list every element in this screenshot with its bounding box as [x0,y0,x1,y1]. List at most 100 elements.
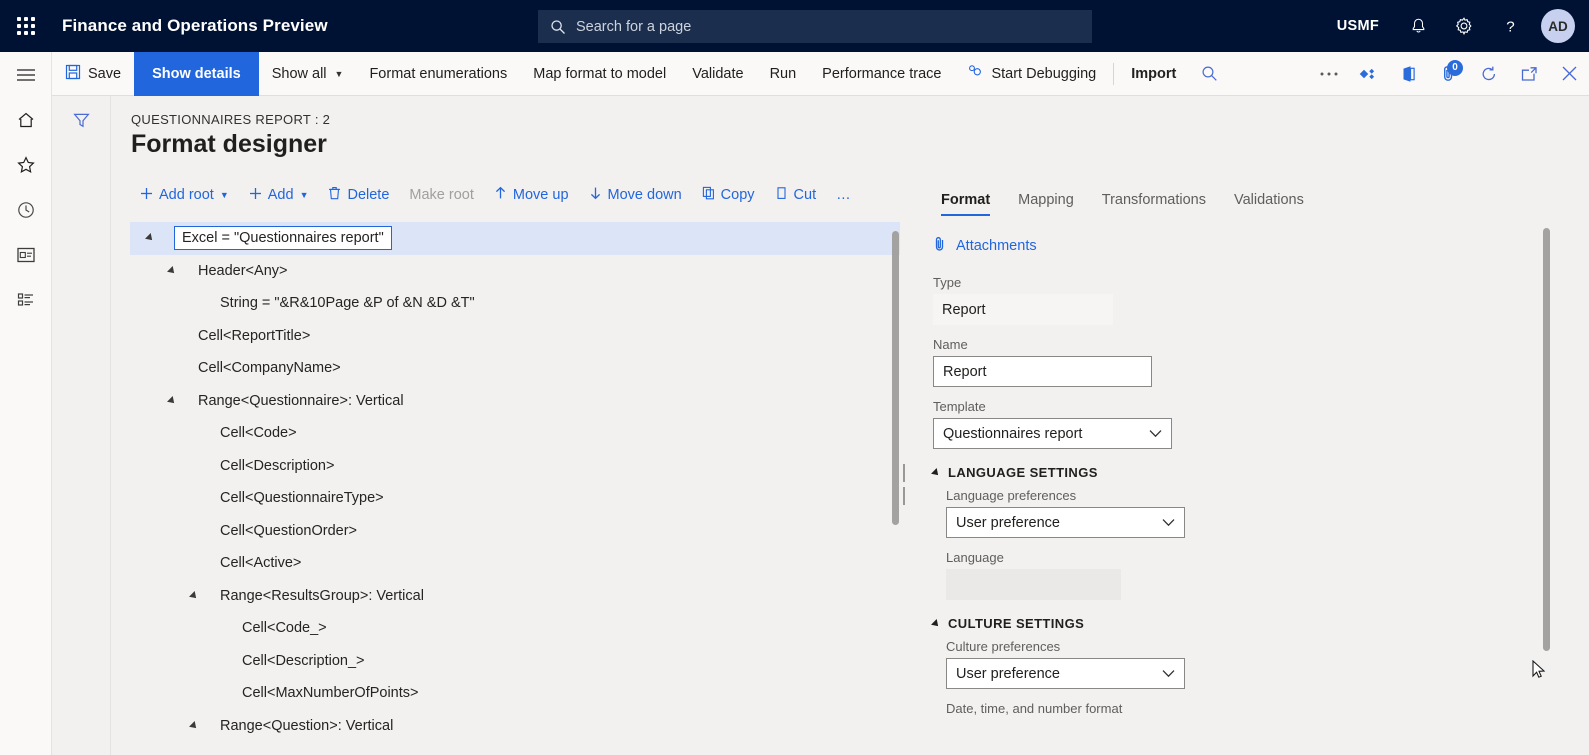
tree-node-row[interactable]: Range<ResultsGroup>: Vertical [130,580,900,613]
tree-node-row[interactable]: Cell<MaxNumberOfPoints> [130,677,900,710]
template-select-wrap[interactable] [933,418,1172,449]
refresh-icon[interactable] [1469,52,1509,96]
culture-preferences-select-wrap[interactable] [946,658,1185,689]
tree-node-label: Range<ResultsGroup>: Vertical [218,588,426,604]
tree-overflow-button[interactable]: … [826,180,861,210]
make-root-button: Make root [399,180,483,210]
user-avatar[interactable]: AD [1541,9,1575,43]
template-select[interactable] [933,418,1172,449]
add-label: Add [268,187,294,203]
tree-node-row[interactable]: Range<Questionnaire>: Vertical [130,385,900,418]
language-preferences-select[interactable] [946,507,1185,538]
validate-button[interactable]: Validate [679,52,756,96]
show-all-button[interactable]: Show all ▼ [259,52,357,96]
tree-node-row[interactable]: Cell<Code> [130,417,900,450]
panel-splitter-handle[interactable] [903,464,908,482]
hamburger-menu-icon[interactable] [0,52,52,97]
svg-text:?: ? [1506,18,1514,35]
format-tree[interactable]: Excel = "Questionnaires report"Header<An… [130,222,900,755]
culture-preferences-select[interactable] [946,658,1185,689]
settings-gear-icon[interactable] [1441,0,1487,52]
tree-node-row[interactable]: Cell<ReportTitle> [130,320,900,353]
tab-transformations[interactable]: Transformations [1088,192,1220,216]
detail-vertical-scrollbar[interactable] [1543,228,1550,651]
tab-format[interactable]: Format [927,192,1004,216]
workspaces-icon[interactable] [0,232,52,277]
collapse-triangle-icon [931,468,941,478]
tree-node-row[interactable]: String = "&R&10Page &P of &N &D &T" [130,287,900,320]
run-button[interactable]: Run [757,52,810,96]
global-search-box[interactable] [538,10,1092,43]
attachments-link[interactable]: Attachments [933,236,1037,256]
language-settings-label: LANGUAGE SETTINGS [948,465,1098,480]
tree-node-label: Range<Questionnaire>: Vertical [196,393,406,409]
modules-list-icon[interactable] [0,277,52,322]
home-icon[interactable] [0,97,52,142]
tree-node-label: Range<Question>: Vertical [218,718,395,734]
command-divider [1113,63,1114,85]
name-input[interactable] [933,356,1152,387]
save-button[interactable]: Save [52,52,134,96]
map-format-to-model-button[interactable]: Map format to model [520,52,679,96]
share-diamonds-icon[interactable] [1349,52,1389,96]
tree-expander-icon[interactable] [164,267,180,275]
add-button[interactable]: Add ▼ [239,180,319,210]
start-debugging-button[interactable]: Start Debugging [954,52,1109,96]
office-app-icon[interactable] [1389,52,1429,96]
page-title: Format designer [131,130,327,159]
paperclip-icon [933,236,947,256]
tree-node-row[interactable]: Cell<QuestionnaireType> [130,482,900,515]
attachments-icon[interactable]: 0 [1429,52,1469,96]
tab-validations[interactable]: Validations [1220,192,1318,216]
language-input[interactable] [946,569,1121,600]
tree-node-row[interactable]: Cell<Active> [130,547,900,580]
tree-vertical-scrollbar[interactable] [892,231,899,525]
recent-clock-icon[interactable] [0,187,52,232]
search-input[interactable] [576,19,1080,35]
favorites-star-icon[interactable] [0,142,52,187]
tree-node-label: Cell<MaxNumberOfPoints> [240,685,421,701]
show-details-button[interactable]: Show details [134,52,259,96]
cut-button[interactable]: Cut [765,180,827,210]
app-launcher-icon[interactable] [0,0,52,52]
tree-node-row[interactable]: Excel = "Questionnaires report" [130,222,900,255]
copy-button[interactable]: Copy [692,180,765,210]
culture-settings-header[interactable]: CULTURE SETTINGS [933,616,1084,631]
detail-tabs: FormatMappingTransformationsValidations [915,178,1589,216]
tree-expander-icon[interactable] [164,397,180,405]
copy-icon [702,186,715,204]
language-preferences-select-wrap[interactable] [946,507,1185,538]
tree-expander-icon[interactable] [186,722,202,730]
language-settings-header[interactable]: LANGUAGE SETTINGS [933,465,1098,480]
tree-node-row[interactable]: Header<Any> [130,255,900,288]
close-icon[interactable] [1549,52,1589,96]
search-icon[interactable] [1189,52,1229,96]
tree-node-row[interactable]: Cell<QuestionOrder> [130,515,900,548]
tree-node-row[interactable]: Cell<Description_> [130,645,900,678]
open-in-new-window-icon[interactable] [1509,52,1549,96]
tree-node-row[interactable]: Cell<Code_> [130,612,900,645]
help-question-icon[interactable]: ? [1487,0,1533,52]
move-up-button[interactable]: Move up [484,180,579,210]
arrow-down-icon [589,186,602,204]
tree-node-label: Cell<QuestionOrder> [218,523,359,539]
import-button[interactable]: Import [1118,52,1189,96]
app-title: Finance and Operations Preview [62,16,328,36]
tree-node-row[interactable]: Cell<CompanyName> [130,352,900,385]
tree-node-row[interactable]: Range<Question>: Vertical [130,710,900,743]
performance-trace-button[interactable]: Performance trace [809,52,954,96]
show-all-label: Show all [272,66,327,82]
format-enumerations-button[interactable]: Format enumerations [356,52,520,96]
tree-expander-icon[interactable] [142,234,158,242]
company-selector[interactable]: USMF [1321,18,1395,34]
delete-button[interactable]: Delete [318,180,399,210]
tab-mapping[interactable]: Mapping [1004,192,1088,216]
notification-bell-icon[interactable] [1395,0,1441,52]
overflow-ellipsis-icon[interactable] [1309,52,1349,96]
filter-funnel-icon[interactable] [52,96,111,144]
tree-expander-icon[interactable] [186,592,202,600]
move-down-button[interactable]: Move down [579,180,692,210]
tree-node-row[interactable]: Cell<Description> [130,450,900,483]
add-root-button[interactable]: Add root ▼ [130,180,239,210]
tree-node-label: Cell<Description_> [240,653,367,669]
